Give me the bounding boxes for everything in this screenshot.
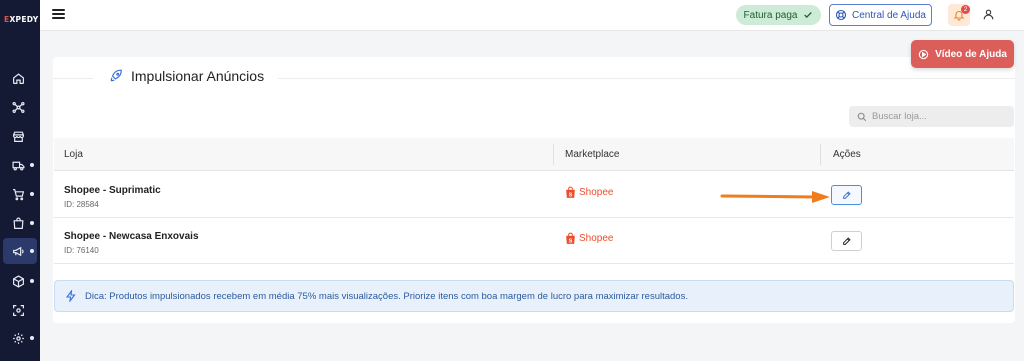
play-circle-icon [918,49,929,59]
rocket-icon [110,69,122,82]
bag-icon [13,217,24,229]
edit-icon [842,237,851,245]
edit-button[interactable] [831,231,862,251]
help-video-button[interactable]: Vídeo de Ajuda [911,40,1014,68]
store-name: Shopee - Suprimatic [64,185,161,196]
box-icon [13,274,24,288]
search-icon [857,112,867,121]
table-row: Shopee - Newcasa Enxovais ID: 76140 S Sh… [54,218,1014,264]
sidebar-item-shipping[interactable] [0,152,40,178]
store-icon [13,131,24,142]
page-title: Impulsionar Anúncios [93,68,279,84]
submenu-dot [30,279,34,283]
home-icon [13,72,24,84]
marketplace-name: Shopee [579,233,614,244]
check-icon [804,12,813,18]
store-id: ID: 76140 [64,246,99,255]
column-separator [553,144,554,165]
column-header-actions: Ações [833,149,861,160]
table-row: Shopee - Suprimatic ID: 28584 S Shopee [54,172,1014,218]
marketplace-cell: S Shopee [565,232,613,245]
page-title-text: Impulsionar Anúncios [131,68,265,84]
store-name: Shopee - Newcasa Enxovais [64,231,199,242]
svg-text:S: S [569,238,573,244]
submenu-dot [30,163,34,167]
sidebar-item-marketing[interactable] [3,238,37,264]
column-header-store: Loja [64,149,83,160]
marketplace-cell: S Shopee [565,186,613,199]
table-header: Loja Marketplace Ações [54,138,1014,171]
notification-count-badge: 2 [961,5,970,14]
truck-icon [12,161,25,170]
user-icon[interactable] [982,8,995,21]
edit-button[interactable] [831,185,862,205]
cart-icon [13,188,25,200]
marketplace-name: Shopee [579,187,614,198]
submenu-dot [30,221,34,225]
sidebar: EXPEDY [0,0,40,361]
submenu-dot [30,192,34,196]
help-video-label: Vídeo de Ajuda [935,48,1007,60]
megaphone-icon [13,246,24,256]
sidebar-item-scan[interactable] [0,297,40,323]
status-badge: Fatura paga [736,5,821,25]
sidebar-item-settings[interactable] [0,325,40,351]
submenu-dot [30,249,34,253]
submenu-dot [30,336,34,340]
sidebar-item-network[interactable] [0,94,40,120]
store-id: ID: 28584 [64,200,99,209]
lightning-icon [65,290,76,302]
network-icon [12,101,25,113]
lifebuoy-icon [835,9,847,21]
tip-text: Dica: Produtos impulsionados recebem em … [85,290,688,302]
shopee-bag-icon: S [566,186,575,198]
sidebar-item-store[interactable] [0,123,40,149]
annotation-arrow [720,191,830,203]
store-search[interactable] [849,106,1014,127]
status-badge-label: Fatura paga [743,9,798,21]
menu-toggle-icon[interactable] [52,9,65,19]
sidebar-item-products[interactable] [0,210,40,236]
search-input[interactable] [872,111,1012,122]
sidebar-item-home[interactable] [0,65,40,91]
tip-banner: Dica: Produtos impulsionados recebem em … [54,280,1014,312]
edit-icon [842,191,851,199]
help-center-label: Central de Ajuda [852,9,926,21]
topbar: Fatura paga Central de Ajuda 2 [40,0,1024,31]
brand-logo[interactable]: EXPEDY [4,15,38,24]
sidebar-item-orders[interactable] [0,181,40,207]
scan-icon [13,304,24,316]
column-header-marketplace: Marketplace [565,149,620,160]
help-center-button[interactable]: Central de Ajuda [829,4,932,26]
notifications-button[interactable]: 2 [948,4,970,26]
gear-icon [13,332,24,344]
sidebar-item-inventory[interactable] [0,268,40,294]
shopee-bag-icon: S [566,232,575,244]
svg-text:S: S [569,192,573,198]
column-separator [820,144,821,165]
